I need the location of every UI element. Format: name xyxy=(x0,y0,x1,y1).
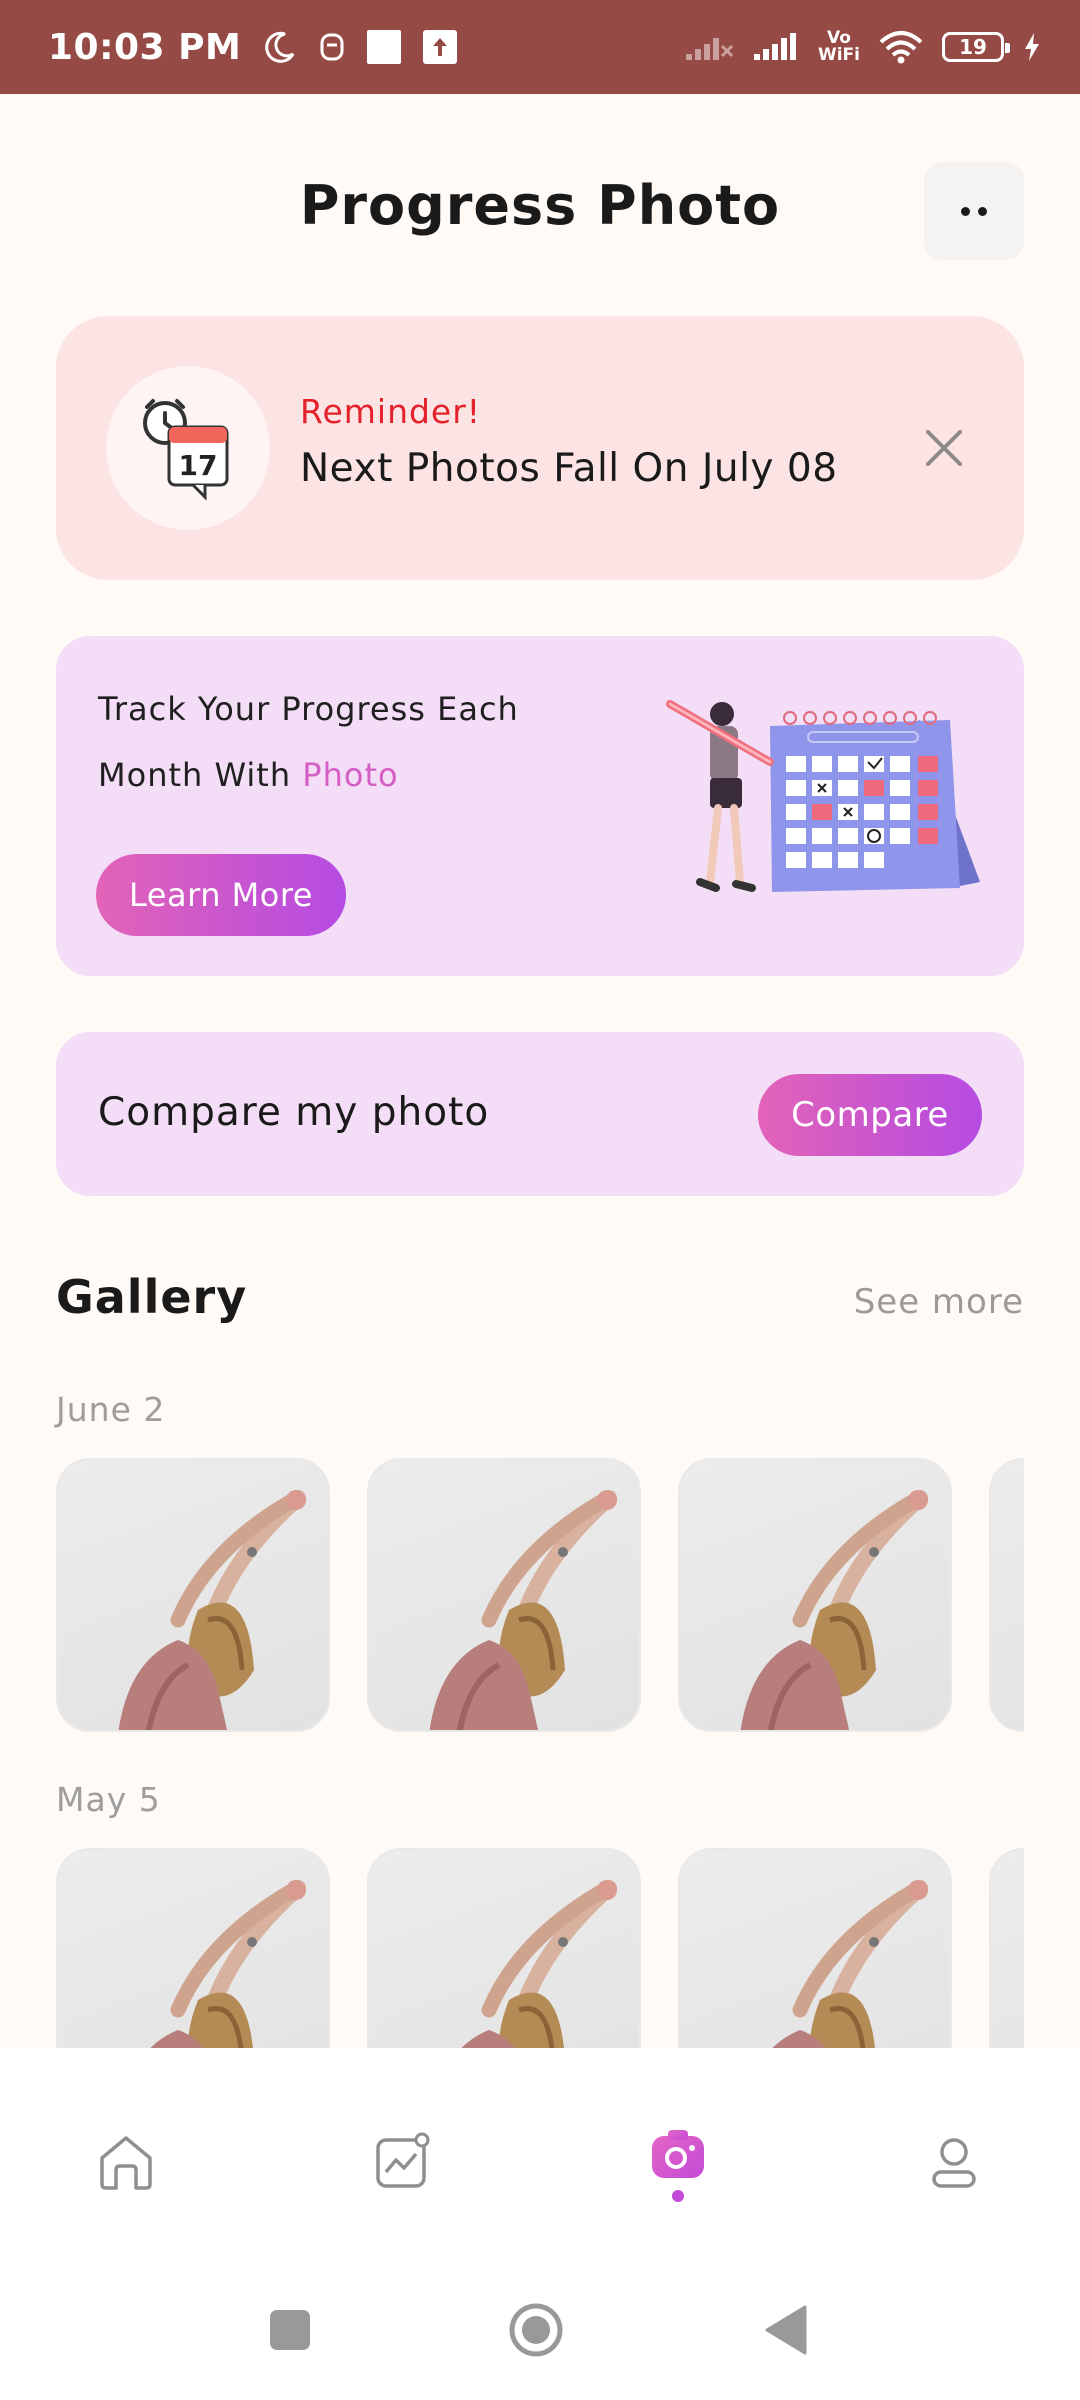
profile-icon xyxy=(932,2138,976,2188)
signal-off-icon xyxy=(684,32,734,62)
close-icon xyxy=(926,430,962,466)
nav-profile[interactable] xyxy=(914,2122,994,2202)
gallery-row xyxy=(56,1458,1024,1732)
stretching-woman-image xyxy=(740,1490,928,1730)
upload-icon xyxy=(423,30,458,64)
calendar-alarm-icon: 17 xyxy=(143,399,229,501)
camera-icon xyxy=(652,2130,704,2178)
calendar-day: 17 xyxy=(179,449,218,482)
gallery-photo[interactable] xyxy=(678,1458,952,1732)
stretching-woman-image xyxy=(772,1880,928,2048)
page-title: Progress Photo xyxy=(299,174,781,237)
more-options-button[interactable] xyxy=(924,162,1024,260)
gallery-photo[interactable] xyxy=(56,1458,330,1732)
compare-button[interactable]: Compare xyxy=(758,1074,982,1156)
header: Progress Photo xyxy=(0,94,1080,324)
status-time: 10:03 PM xyxy=(48,26,242,68)
gallery-date-label: May 5 xyxy=(56,1780,161,1819)
gallery-photo[interactable] xyxy=(367,1458,641,1732)
signal-icon xyxy=(752,32,800,62)
promo-line-1: Track Your Progress Each xyxy=(98,690,519,728)
reminder-label: Reminder! xyxy=(300,392,482,431)
promo-line-2: Month With Photo xyxy=(98,742,618,808)
circle-home-icon xyxy=(509,2303,563,2357)
promo-line-2-prefix: Month With xyxy=(98,756,303,794)
bottom-navigation xyxy=(0,2048,1080,2400)
gallery-photo[interactable] xyxy=(989,1848,1024,2048)
nav-home[interactable] xyxy=(86,2122,166,2202)
nav-photo[interactable] xyxy=(638,2114,718,2194)
more-dots-icon xyxy=(961,206,970,216)
nav-progress[interactable] xyxy=(362,2122,442,2202)
compare-label: Compare my photo xyxy=(98,1090,490,1135)
stretching-woman-image xyxy=(429,1490,617,1730)
square-icon xyxy=(270,2310,310,2350)
status-bar: 10:03 PM Vo WiFi 19 xyxy=(0,0,1080,94)
gallery-date-label: June 2 xyxy=(56,1390,166,1429)
see-more-link[interactable]: See more xyxy=(854,1282,1024,1322)
home-icon xyxy=(100,2136,152,2190)
reminder-text: Next Photos Fall On July 08 xyxy=(300,446,838,491)
recents-button[interactable] xyxy=(260,2300,320,2360)
reminder-icon-circle: 17 xyxy=(106,366,270,530)
promo-text: Track Your Progress Each Month With Phot… xyxy=(98,676,618,808)
gallery-row xyxy=(56,1848,1024,2048)
wifi-icon xyxy=(878,30,924,64)
stretching-woman-image xyxy=(991,1460,1024,1732)
battery-indicator: 19 xyxy=(942,32,1010,62)
gallery-title: Gallery xyxy=(56,1270,248,1324)
learn-more-button[interactable]: Learn More xyxy=(96,854,346,936)
reminder-card: 17 Reminder! Next Photos Fall On July 08 xyxy=(56,316,1024,580)
moon-icon xyxy=(263,30,297,64)
calendar-illustration xyxy=(666,700,980,892)
notification-icon xyxy=(319,31,345,63)
gallery-photo[interactable] xyxy=(989,1458,1024,1732)
back-triangle-icon xyxy=(765,2305,807,2355)
gallery-photo[interactable] xyxy=(678,1848,952,2048)
stretching-woman-image xyxy=(461,1880,617,2048)
app-notification-icon xyxy=(367,30,402,64)
back-button[interactable] xyxy=(756,2300,816,2360)
compare-card: Compare my photo Compare xyxy=(56,1032,1024,1196)
gallery-photo[interactable] xyxy=(56,1848,330,2048)
gallery-photo[interactable] xyxy=(367,1848,641,2048)
stretching-woman-image xyxy=(118,1490,306,1730)
vowifi-label: Vo WiFi xyxy=(817,28,860,65)
charging-icon xyxy=(1022,32,1042,62)
dismiss-reminder-button[interactable] xyxy=(920,424,968,472)
more-dots-icon-2 xyxy=(978,206,987,216)
stretching-woman-image xyxy=(150,1880,306,2048)
promo-highlight: Photo xyxy=(302,756,399,794)
stretching-woman-image xyxy=(991,1850,1024,2048)
progress-promo-card: Track Your Progress Each Month With Phot… xyxy=(56,636,1024,976)
active-nav-indicator xyxy=(672,2190,684,2202)
chart-icon xyxy=(376,2132,430,2188)
home-system-button[interactable] xyxy=(506,2300,566,2360)
